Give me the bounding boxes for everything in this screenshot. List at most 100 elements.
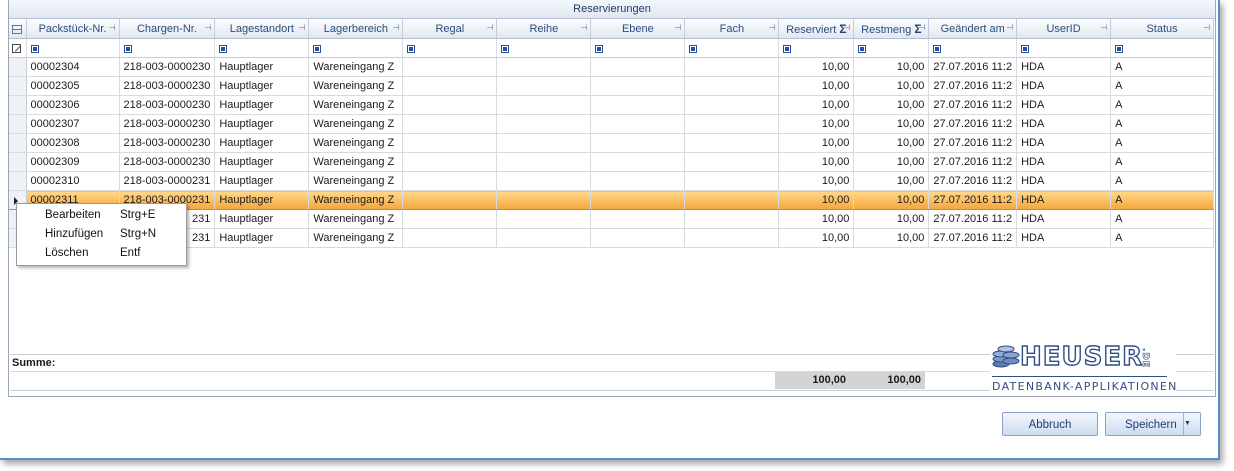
- table-cell[interactable]: Wareneingang Z: [308, 209, 404, 229]
- filter-checkbox-icon[interactable]: [933, 44, 942, 53]
- table-cell[interactable]: HDA: [1016, 209, 1112, 229]
- table-cell[interactable]: 27.07.2016 11:2: [928, 209, 1018, 229]
- pin-icon[interactable]: ⊣: [204, 23, 211, 32]
- table-cell[interactable]: A: [1110, 133, 1215, 153]
- table-cell[interactable]: A: [1110, 76, 1215, 96]
- table-cell[interactable]: Hauptlager: [214, 133, 310, 153]
- table-cell[interactable]: 10,00: [853, 228, 930, 248]
- pin-icon[interactable]: ⊣: [1006, 23, 1013, 32]
- cancel-button[interactable]: Abbruch: [1002, 412, 1098, 436]
- table-cell[interactable]: Wareneingang Z: [308, 171, 404, 191]
- table-cell[interactable]: 10,00: [853, 171, 930, 191]
- table-cell[interactable]: 00002304: [26, 57, 120, 77]
- column-chooser-button[interactable]: [9, 19, 27, 39]
- table-cell[interactable]: Hauptlager: [214, 228, 310, 248]
- table-cell[interactable]: Hauptlager: [214, 114, 310, 134]
- col-header-reserviert[interactable]: Reserviert Σ ⊣: [778, 19, 855, 39]
- table-cell[interactable]: [402, 57, 498, 77]
- row-indicator[interactable]: [9, 171, 27, 191]
- filter-cell[interactable]: [778, 38, 855, 58]
- table-cell[interactable]: [684, 114, 780, 134]
- table-cell[interactable]: A: [1110, 95, 1215, 115]
- table-cell[interactable]: Hauptlager: [214, 152, 310, 172]
- menu-item-hinzufuegen[interactable]: Hinzufügen Strg+N: [17, 225, 186, 244]
- table-cell[interactable]: 27.07.2016 11:2: [928, 152, 1018, 172]
- pin-icon[interactable]: ⊣: [486, 23, 493, 32]
- col-header-chargen[interactable]: Chargen-Nr. ⊣: [119, 19, 216, 39]
- filter-cell[interactable]: [853, 38, 930, 58]
- table-cell[interactable]: 218-003-0000230: [119, 133, 216, 153]
- table-cell[interactable]: [496, 57, 592, 77]
- table-cell[interactable]: HDA: [1016, 152, 1112, 172]
- table-cell[interactable]: 00002309: [26, 152, 120, 172]
- table-row[interactable]: 231 Hauptlager Wareneingang Z 10,00 10,00 27.…: [9, 228, 1215, 248]
- table-cell[interactable]: 10,00: [778, 133, 855, 153]
- table-cell[interactable]: 10,00: [853, 95, 930, 115]
- table-cell[interactable]: Hauptlager: [214, 76, 310, 96]
- table-cell[interactable]: 10,00: [778, 228, 855, 248]
- table-cell[interactable]: 10,00: [853, 152, 930, 172]
- table-cell[interactable]: [684, 209, 780, 229]
- table-cell[interactable]: Hauptlager: [214, 57, 310, 77]
- table-cell[interactable]: [496, 209, 592, 229]
- table-cell[interactable]: Wareneingang Z: [308, 76, 404, 96]
- col-header-userid[interactable]: UserID ⊣: [1016, 19, 1112, 39]
- table-cell[interactable]: [684, 95, 780, 115]
- table-cell[interactable]: [496, 171, 592, 191]
- table-cell[interactable]: HDA: [1016, 114, 1112, 134]
- row-indicator[interactable]: [9, 76, 27, 96]
- pin-icon[interactable]: ⊣: [1203, 23, 1210, 32]
- row-indicator[interactable]: [9, 152, 27, 172]
- row-indicator[interactable]: [9, 95, 27, 115]
- pin-icon[interactable]: ⊣: [392, 23, 399, 32]
- table-cell[interactable]: Wareneingang Z: [308, 190, 404, 210]
- filter-checkbox-icon[interactable]: [501, 44, 510, 53]
- table-cell[interactable]: 10,00: [853, 114, 930, 134]
- table-cell[interactable]: 10,00: [778, 171, 855, 191]
- filter-cell[interactable]: [308, 38, 404, 58]
- pin-icon[interactable]: ⊣: [918, 23, 925, 32]
- save-dropdown-button[interactable]: ▼: [1183, 413, 1200, 435]
- table-cell[interactable]: 218-003-0000230: [119, 76, 216, 96]
- row-indicator[interactable]: [9, 133, 27, 153]
- filter-cell[interactable]: [26, 38, 120, 58]
- table-cell[interactable]: 10,00: [778, 114, 855, 134]
- table-cell[interactable]: [684, 171, 780, 191]
- col-header-geaendert[interactable]: Geändert am ⊣: [928, 19, 1018, 39]
- row-indicator[interactable]: [9, 114, 27, 134]
- table-cell[interactable]: 00002308: [26, 133, 120, 153]
- table-cell[interactable]: [402, 228, 498, 248]
- table-row[interactable]: 00002311 218-003-0000231 Hauptlager Warenei…: [9, 190, 1215, 210]
- table-cell[interactable]: Hauptlager: [214, 190, 310, 210]
- table-cell[interactable]: HDA: [1016, 57, 1112, 77]
- table-cell[interactable]: Wareneingang Z: [308, 133, 404, 153]
- filter-cell[interactable]: [928, 38, 1018, 58]
- pin-icon[interactable]: ⊣: [843, 23, 850, 32]
- table-cell[interactable]: [496, 76, 592, 96]
- filter-checkbox-icon[interactable]: [858, 44, 867, 53]
- table-cell[interactable]: 10,00: [853, 190, 930, 210]
- row-indicator[interactable]: [9, 57, 27, 77]
- table-cell[interactable]: [496, 114, 592, 134]
- table-cell[interactable]: 10,00: [853, 57, 930, 77]
- col-header-reihe[interactable]: Reihe ⊣: [496, 19, 592, 39]
- table-cell[interactable]: 00002305: [26, 76, 120, 96]
- pin-icon[interactable]: ⊣: [674, 23, 681, 32]
- save-button[interactable]: Speichern ▼: [1105, 412, 1201, 436]
- table-cell[interactable]: 10,00: [778, 190, 855, 210]
- table-cell[interactable]: [590, 152, 686, 172]
- pin-icon[interactable]: ⊣: [1100, 23, 1107, 32]
- table-cell[interactable]: Wareneingang Z: [308, 114, 404, 134]
- table-cell[interactable]: [684, 133, 780, 153]
- table-cell[interactable]: [684, 228, 780, 248]
- table-cell[interactable]: 27.07.2016 11:2: [928, 133, 1018, 153]
- table-cell[interactable]: A: [1110, 190, 1215, 210]
- table-cell[interactable]: Hauptlager: [214, 95, 310, 115]
- table-cell[interactable]: 27.07.2016 11:2: [928, 171, 1018, 191]
- table-row[interactable]: 00002310 218-003-0000231 Hauptlager Warenei…: [9, 171, 1215, 191]
- table-cell[interactable]: A: [1110, 57, 1215, 77]
- table-cell[interactable]: 00002306: [26, 95, 120, 115]
- table-cell[interactable]: A: [1110, 171, 1215, 191]
- table-cell[interactable]: [402, 76, 498, 96]
- filter-checkbox-icon[interactable]: [1115, 44, 1124, 53]
